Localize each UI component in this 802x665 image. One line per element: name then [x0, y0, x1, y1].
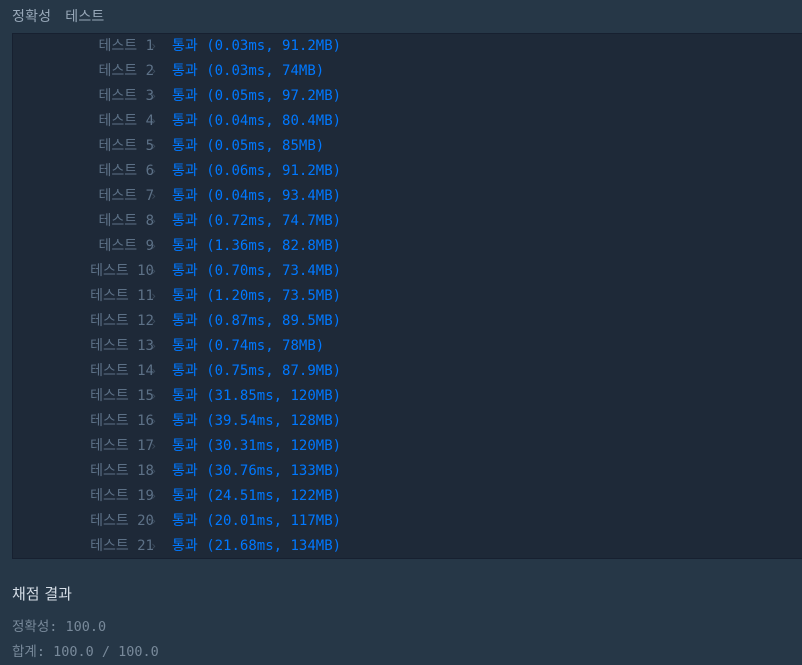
test-label: 테스트 13	[90, 338, 154, 354]
test-row: 테스트 5 › 통과 (0.05ms, 85MB)	[13, 134, 802, 159]
test-result: 통과 (0.74ms, 78MB)	[172, 338, 325, 354]
chevron-right-icon: ›	[150, 214, 158, 228]
test-result: 통과 (0.87ms, 89.5MB)	[172, 313, 342, 329]
test-result: 통과 (0.72ms, 74.7MB)	[172, 213, 342, 229]
chevron-right-icon: ›	[150, 464, 158, 478]
chevron-right-icon: ›	[150, 539, 158, 553]
chevron-right-icon: ›	[150, 164, 158, 178]
test-label: 테스트 10	[90, 263, 154, 279]
test-row: 테스트 20 › 통과 (20.01ms, 117MB)	[13, 509, 802, 534]
test-label: 테스트 15	[90, 388, 154, 404]
test-row: 테스트 3 › 통과 (0.05ms, 97.2MB)	[13, 84, 802, 109]
test-label: 테스트 5	[98, 138, 155, 154]
test-row: 테스트 17 › 통과 (30.31ms, 120MB)	[13, 434, 802, 459]
chevron-right-icon: ›	[150, 264, 158, 278]
test-label: 테스트 3	[98, 88, 155, 104]
chevron-right-icon: ›	[150, 64, 158, 78]
test-row: 테스트 11 › 통과 (1.20ms, 73.5MB)	[13, 284, 802, 309]
total-score: 합계: 100.0 / 100.0	[12, 644, 159, 660]
test-result: 통과 (39.54ms, 128MB)	[172, 413, 342, 429]
test-row: 테스트 14 › 통과 (0.75ms, 87.9MB)	[13, 359, 802, 384]
chevron-right-icon: ›	[150, 489, 158, 503]
header-test-label: 테스트	[65, 9, 105, 25]
test-label: 테스트 16	[90, 413, 154, 429]
test-row: 테스트 9 › 통과 (1.36ms, 82.8MB)	[13, 234, 802, 259]
chevron-right-icon: ›	[150, 439, 158, 453]
test-result: 통과 (1.36ms, 82.8MB)	[172, 238, 342, 254]
test-label: 테스트 1	[98, 38, 155, 54]
test-row: 테스트 7 › 통과 (0.04ms, 93.4MB)	[13, 184, 802, 209]
test-result: 통과 (0.04ms, 80.4MB)	[172, 113, 342, 129]
test-result: 통과 (0.03ms, 74MB)	[172, 63, 325, 79]
chevron-right-icon: ›	[150, 89, 158, 103]
test-label: 테스트 4	[98, 113, 155, 129]
test-result: 통과 (30.31ms, 120MB)	[172, 438, 342, 454]
test-row: 테스트 4 › 통과 (0.04ms, 80.4MB)	[13, 109, 802, 134]
test-result: 통과 (0.03ms, 91.2MB)	[172, 38, 342, 54]
test-label: 테스트 12	[90, 313, 154, 329]
test-label: 테스트 17	[90, 438, 154, 454]
chevron-right-icon: ›	[150, 114, 158, 128]
test-label: 테스트 9	[98, 238, 155, 254]
test-result: 통과 (0.75ms, 87.9MB)	[172, 363, 342, 379]
chevron-right-icon: ›	[150, 389, 158, 403]
result-header: 정확성 테스트	[12, 6, 119, 28]
test-result: 통과 (1.20ms, 73.5MB)	[172, 288, 342, 304]
chevron-right-icon: ›	[150, 289, 158, 303]
test-label: 테스트 6	[98, 163, 155, 179]
test-row: 테스트 15 › 통과 (31.85ms, 120MB)	[13, 384, 802, 409]
chevron-right-icon: ›	[150, 339, 158, 353]
test-label: 테스트 19	[90, 488, 154, 504]
header-accuracy-label: 정확성	[12, 9, 52, 25]
test-result: 통과 (31.85ms, 120MB)	[172, 388, 342, 404]
chevron-right-icon: ›	[150, 239, 158, 253]
chevron-right-icon: ›	[150, 189, 158, 203]
test-result: 통과 (24.51ms, 122MB)	[172, 488, 342, 504]
test-result: 통과 (0.04ms, 93.4MB)	[172, 188, 342, 204]
test-result: 통과 (0.05ms, 85MB)	[172, 138, 325, 154]
test-row: 테스트 19 › 통과 (24.51ms, 122MB)	[13, 484, 802, 509]
test-label: 테스트 20	[90, 513, 154, 529]
accuracy-score: 정확성: 100.0	[12, 619, 107, 635]
grading-result-title: 채점 결과	[12, 585, 72, 603]
chevron-right-icon: ›	[150, 314, 158, 328]
test-result: 통과 (30.76ms, 133MB)	[172, 463, 342, 479]
test-result: 통과 (0.05ms, 97.2MB)	[172, 88, 342, 104]
test-row: 테스트 8 › 통과 (0.72ms, 74.7MB)	[13, 209, 802, 234]
test-row: 테스트 10 › 통과 (0.70ms, 73.4MB)	[13, 259, 802, 284]
test-row: 테스트 1 › 통과 (0.03ms, 91.2MB)	[13, 34, 802, 59]
test-results-panel[interactable]: 테스트 1 › 통과 (0.03ms, 91.2MB) 테스트 2 › 통과 (0.03m…	[12, 33, 802, 559]
test-row: 테스트 16 › 통과 (39.54ms, 128MB)	[13, 409, 802, 434]
chevron-right-icon: ›	[150, 139, 158, 153]
test-result: 통과 (21.68ms, 134MB)	[172, 538, 342, 554]
test-label: 테스트 11	[90, 288, 154, 304]
test-row: 테스트 12 › 통과 (0.87ms, 89.5MB)	[13, 309, 802, 334]
test-row: 테스트 21 › 통과 (21.68ms, 134MB)	[13, 534, 802, 559]
test-result: 통과 (0.06ms, 91.2MB)	[172, 163, 342, 179]
test-label: 테스트 18	[90, 463, 154, 479]
test-row: 테스트 2 › 통과 (0.03ms, 74MB)	[13, 59, 802, 84]
test-row: 테스트 18 › 통과 (30.76ms, 133MB)	[13, 459, 802, 484]
chevron-right-icon: ›	[150, 514, 158, 528]
test-label: 테스트 2	[98, 63, 155, 79]
test-result: 통과 (20.01ms, 117MB)	[172, 513, 342, 529]
test-label: 테스트 7	[98, 188, 155, 204]
test-label: 테스트 14	[90, 363, 154, 379]
test-label: 테스트 21	[90, 538, 154, 554]
test-label: 테스트 8	[98, 213, 155, 229]
test-row: 테스트 13 › 통과 (0.74ms, 78MB)	[13, 334, 802, 359]
test-result: 통과 (0.70ms, 73.4MB)	[172, 263, 342, 279]
chevron-right-icon: ›	[150, 414, 158, 428]
chevron-right-icon: ›	[150, 39, 158, 53]
chevron-right-icon: ›	[150, 364, 158, 378]
test-row: 테스트 6 › 통과 (0.06ms, 91.2MB)	[13, 159, 802, 184]
